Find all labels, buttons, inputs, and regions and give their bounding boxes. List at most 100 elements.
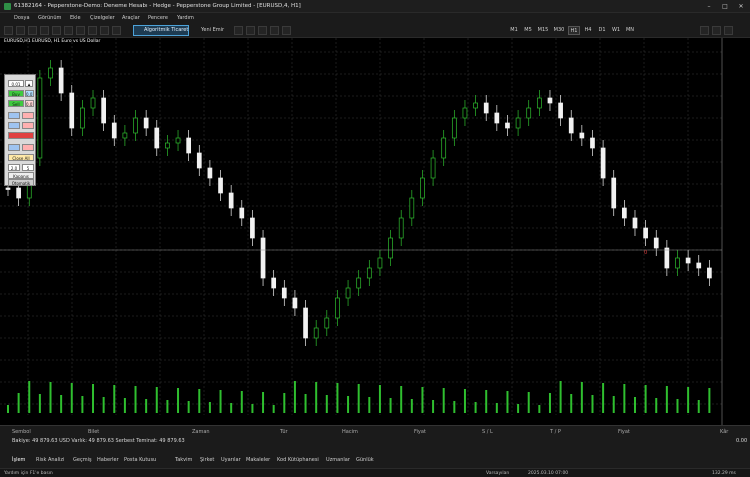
volume-bar [28, 381, 31, 413]
navigator-icon[interactable] [40, 26, 49, 35]
candle-body [515, 117, 521, 129]
trend-line-icon[interactable] [64, 26, 73, 35]
zoom-out-icon[interactable] [100, 26, 109, 35]
timeframe-h4[interactable]: H4 [582, 26, 594, 35]
menu-charts[interactable]: Çizelgeler [90, 15, 115, 21]
col-ticket[interactable]: Bilet [88, 429, 99, 435]
col-price[interactable]: Fiyat [414, 429, 426, 435]
cursor-icon[interactable] [234, 26, 243, 35]
new-chart-icon[interactable] [4, 26, 13, 35]
value-a-field[interactable]: 2.0 [8, 164, 20, 171]
col-time[interactable]: Zaman [192, 429, 210, 435]
tab-company[interactable]: Şirket [200, 457, 214, 463]
menu-view[interactable]: Görünüm [38, 15, 61, 21]
menu-file[interactable]: Dosya [14, 15, 30, 21]
close-icon[interactable]: ✕ [736, 2, 746, 11]
volume-bar [559, 381, 562, 413]
menu-insert[interactable]: Ekle [70, 15, 81, 21]
col-current-price[interactable]: Fiyat [618, 429, 630, 435]
col-sl[interactable]: S / L [482, 429, 493, 435]
candle-body [122, 132, 128, 139]
col-profit[interactable]: Kâr [720, 429, 728, 435]
level-f-field[interactable] [22, 144, 34, 151]
col-type[interactable]: Tür [280, 429, 288, 435]
volume-bar [262, 392, 265, 413]
col-volume[interactable]: Hacim [342, 429, 358, 435]
vertical-line-icon[interactable] [246, 26, 255, 35]
candle-body [260, 237, 266, 279]
profiles-icon[interactable] [16, 26, 25, 35]
candle-body [111, 122, 117, 139]
tab-experts[interactable]: Uzmanlar [326, 457, 350, 463]
timeframe-w1[interactable]: W1 [610, 26, 622, 35]
maximize-icon[interactable]: □ [720, 2, 730, 11]
sell-button[interactable]: Sell [8, 100, 24, 107]
horizontal-line-icon[interactable] [258, 26, 267, 35]
timeframe-m15[interactable]: M15 [536, 26, 550, 35]
volume-bar [538, 405, 541, 413]
lot-stepper[interactable]: ▲ [25, 80, 33, 87]
candle-body [664, 247, 670, 269]
level-c-field[interactable] [8, 122, 20, 129]
timeframe-d1[interactable]: D1 [596, 26, 608, 35]
timeframe-mn[interactable]: MN [624, 26, 636, 35]
tab-articles[interactable]: Makaleler [246, 457, 270, 463]
red-action-button[interactable] [8, 132, 34, 139]
tab-mailbox[interactable]: Posta Kutusu [124, 457, 156, 463]
candle-body [483, 102, 489, 114]
tab-code-base[interactable]: Kod Kütüphanesi [277, 457, 319, 463]
close-all-button[interactable]: Close All [8, 154, 34, 161]
text-tool-icon[interactable] [282, 26, 291, 35]
menu-help[interactable]: Yardım [177, 15, 194, 21]
chart-type-icon[interactable] [76, 26, 85, 35]
user-icon[interactable] [724, 26, 733, 35]
timeframe-m30[interactable]: M30 [552, 26, 566, 35]
new-order-button[interactable]: Yeni Emir [193, 25, 229, 36]
toolbox-terminal: Sembol Bilet Zaman Tür Hacim Fiyat S / L… [0, 425, 750, 468]
value-b-field[interactable]: 5 [22, 164, 34, 171]
timeframe-m1[interactable]: M1 [508, 26, 520, 35]
timeframe-m5[interactable]: M5 [522, 26, 534, 35]
auto-label[interactable]: Otomatik [8, 179, 34, 186]
level-d-field[interactable] [22, 122, 34, 129]
candle-body [707, 267, 712, 279]
menu-tools[interactable]: Araçlar [122, 15, 140, 21]
timeframe-h1[interactable]: H1 [568, 26, 580, 35]
search-icon[interactable] [712, 26, 721, 35]
level-a-field[interactable] [8, 112, 20, 119]
volume-bar [410, 399, 413, 413]
col-tp[interactable]: T / P [550, 429, 561, 435]
volume-bar [272, 405, 275, 413]
tab-history[interactable]: Geçmiş [73, 457, 92, 463]
market-watch-icon[interactable] [28, 26, 37, 35]
status-profile[interactable]: Varsayılan [486, 471, 509, 476]
chart-canvas[interactable]: 0 [0, 38, 750, 425]
volume-bar [378, 385, 381, 413]
level-b-field[interactable] [22, 112, 34, 119]
tab-alerts[interactable]: Uyarılar [221, 457, 241, 463]
price-chart[interactable]: 0 EURUSD,H1 EURUSD, H1 Euro vs US Dollar [0, 38, 750, 425]
volume-bar [612, 396, 615, 413]
crosshair-icon[interactable] [52, 26, 61, 35]
col-symbol[interactable]: Sembol [12, 429, 31, 435]
fibonacci-icon[interactable] [270, 26, 279, 35]
tab-news[interactable]: Haberler [97, 457, 119, 463]
tab-risk[interactable]: Risk Analizi [36, 457, 64, 463]
zoom-in-icon[interactable] [88, 26, 97, 35]
lot-field[interactable]: 0.01 [8, 80, 24, 87]
candle-body [228, 192, 234, 209]
level-e-field[interactable] [8, 144, 20, 151]
algo-trading-button[interactable]: Algoritmik Ticaret [133, 25, 189, 36]
menu-window[interactable]: Pencere [148, 15, 168, 21]
tab-calendar[interactable]: Takvim [175, 457, 192, 463]
buy-button[interactable]: Buy [8, 90, 24, 97]
tab-trade[interactable]: İşlem [12, 457, 25, 463]
price-marker: 0 [644, 250, 647, 256]
minimize-icon[interactable]: – [704, 2, 714, 11]
tile-windows-icon[interactable] [112, 26, 121, 35]
settings-icon[interactable] [700, 26, 709, 35]
volume-bar [315, 382, 318, 413]
window-title: 61382164 - Pepperstone-Demo: Deneme Hesa… [14, 3, 301, 9]
volume-bar [602, 383, 605, 413]
tab-journal[interactable]: Günlük [356, 457, 374, 463]
